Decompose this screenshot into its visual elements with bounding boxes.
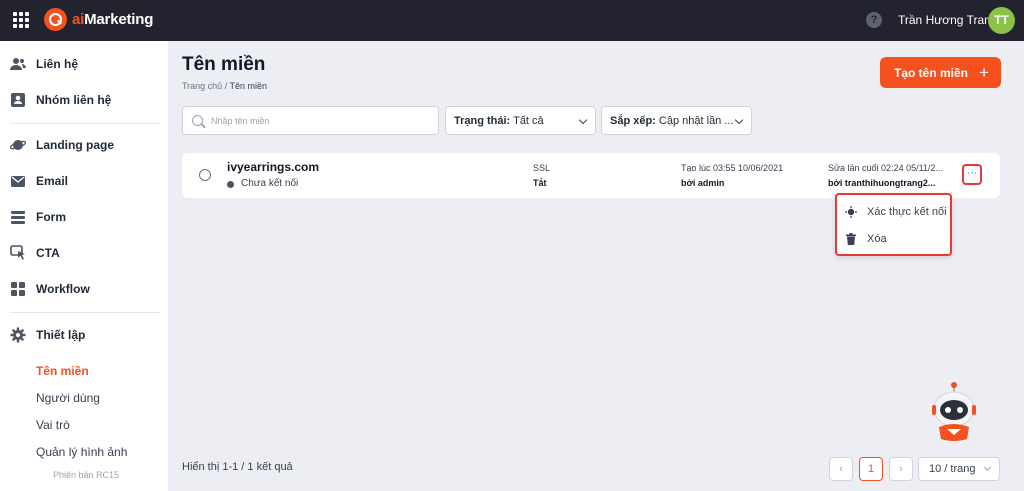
form-icon xyxy=(11,211,25,224)
mail-icon xyxy=(11,176,25,187)
sidebar-item-contact-groups[interactable]: Nhóm liên hệ xyxy=(0,83,168,117)
sidebar-item-settings[interactable]: Thiết lập xyxy=(0,318,168,352)
page-size-value: 10 / trang xyxy=(929,463,976,475)
status-filter-select[interactable]: Trạng thái: Tất cả xyxy=(445,106,596,135)
page-number-button[interactable]: 1 xyxy=(859,457,883,481)
menu-item-label: Xác thực kết nối xyxy=(867,206,947,218)
contacts-icon xyxy=(10,58,26,70)
search-box[interactable] xyxy=(182,106,439,135)
row-select-radio[interactable] xyxy=(199,169,211,181)
sidebar-subitem-roles[interactable]: Vai trò xyxy=(36,418,70,432)
ssl-label: SSL xyxy=(533,163,551,173)
logo-prefix: ai xyxy=(72,11,85,28)
create-domain-label: Tạo tên miền xyxy=(894,65,969,80)
sidebar-item-cta[interactable]: CTA xyxy=(0,236,168,270)
menu-item-verify-connection[interactable]: Xác thực kết nối xyxy=(837,200,950,224)
prev-page-button[interactable]: ‹ xyxy=(829,457,853,481)
version-label: Phiên bản RC15 xyxy=(53,470,120,480)
logo-suffix: Marketing xyxy=(84,11,154,28)
row-actions-menu: Xác thực kết nối Xóa xyxy=(835,193,952,256)
sidebar-subitem-users[interactable]: Người dùng xyxy=(36,391,100,405)
contact-group-icon xyxy=(11,93,25,107)
connection-status: Chưa kết nối xyxy=(241,178,299,189)
user-name[interactable]: Trần Hương Trang xyxy=(898,13,998,27)
results-summary: Hiển thị 1-1 / 1 kết quả xyxy=(182,461,293,473)
created-at: Tạo lúc 03:55 10/06/2021 xyxy=(681,163,784,173)
sidebar-item-label: Nhóm liên hệ xyxy=(36,93,112,107)
domain-name[interactable]: ivyearrings.com xyxy=(227,160,319,174)
trash-icon xyxy=(846,233,856,245)
ssl-value: Tắt xyxy=(533,178,547,188)
created-by: bởi admin xyxy=(681,178,725,188)
sidebar-item-landing-page[interactable]: Landing page xyxy=(0,128,168,162)
search-input[interactable] xyxy=(211,112,431,130)
chevron-down-icon xyxy=(983,463,992,472)
status-dot-icon xyxy=(227,181,234,188)
breadcrumb-current: Tên miền xyxy=(229,81,268,91)
chatbot-robot-icon[interactable] xyxy=(929,381,979,443)
sidebar-item-label: Liên hệ xyxy=(36,57,79,71)
menu-item-delete[interactable]: Xóa xyxy=(837,227,950,251)
cursor-click-icon xyxy=(10,245,25,260)
question-circle-icon[interactable]: ? xyxy=(866,12,882,28)
more-actions-button[interactable]: ··· xyxy=(962,164,982,185)
breadcrumb-home[interactable]: Trang chủ / xyxy=(182,81,227,91)
search-icon xyxy=(192,115,203,126)
workflow-icon xyxy=(11,282,25,296)
sidebar-item-workflow[interactable]: Workflow xyxy=(0,272,168,306)
page-size-select[interactable]: 10 / trang xyxy=(918,457,1000,481)
domain-row[interactable]: ivyearrings.com Chưa kết nối SSL Tắt Tạo… xyxy=(182,153,1000,198)
sidebar-item-label: Workflow xyxy=(36,282,90,296)
menu-item-label: Xóa xyxy=(867,233,887,245)
sidebar-item-label: Landing page xyxy=(36,138,114,152)
top-bar: aiMarketing ? Trần Hương Trang TT xyxy=(0,0,1024,41)
sidebar-item-label: Form xyxy=(36,210,66,224)
plus-icon: + xyxy=(979,63,989,82)
planet-icon xyxy=(10,140,26,150)
sidebar-item-contacts[interactable]: Liên hệ xyxy=(0,47,168,81)
updated-at: Sửa lần cuối 02:24 05/11/2... xyxy=(828,163,943,173)
sidebar-divider xyxy=(10,123,160,124)
status-filter-label: Trạng thái: xyxy=(454,115,511,127)
sidebar-item-label: CTA xyxy=(36,246,60,260)
sort-value: Cập nhật lần ... xyxy=(658,115,734,127)
next-page-button[interactable]: › xyxy=(889,457,913,481)
apps-grid-icon[interactable] xyxy=(13,12,29,28)
status-filter-value: Tất cả xyxy=(513,115,544,127)
chevron-down-icon xyxy=(578,115,588,125)
sort-label: Sắp xếp: xyxy=(610,115,656,127)
updated-by: bởi tranthihuongtrang2... xyxy=(828,178,936,188)
verify-connection-icon xyxy=(845,206,857,218)
logo-text: aiMarketing xyxy=(72,11,153,28)
app-logo[interactable]: aiMarketing xyxy=(44,8,153,31)
chevron-down-icon xyxy=(734,115,744,125)
sidebar-item-form[interactable]: Form xyxy=(0,200,168,234)
gear-icon xyxy=(10,327,26,343)
sort-select[interactable]: Sắp xếp: Cập nhật lần ... xyxy=(601,106,752,135)
sidebar-divider xyxy=(10,312,160,313)
sidebar-item-email[interactable]: Email xyxy=(0,164,168,198)
sidebar: Liên hệ Nhóm liên hệ Landing page Email … xyxy=(0,41,168,491)
breadcrumb: Trang chủ / Tên miền xyxy=(182,81,267,91)
sidebar-item-label: Email xyxy=(36,174,69,188)
sidebar-subitem-image-manager[interactable]: Quản lý hình ảnh xyxy=(36,445,127,459)
avatar[interactable]: TT xyxy=(988,7,1015,34)
create-domain-button[interactable]: Tạo tên miền + xyxy=(880,57,1001,88)
page-title: Tên miền xyxy=(182,54,266,75)
sidebar-item-label: Thiết lập xyxy=(36,328,86,342)
logo-mark-icon xyxy=(44,8,67,31)
sidebar-subitem-domains[interactable]: Tên miền xyxy=(36,364,89,378)
